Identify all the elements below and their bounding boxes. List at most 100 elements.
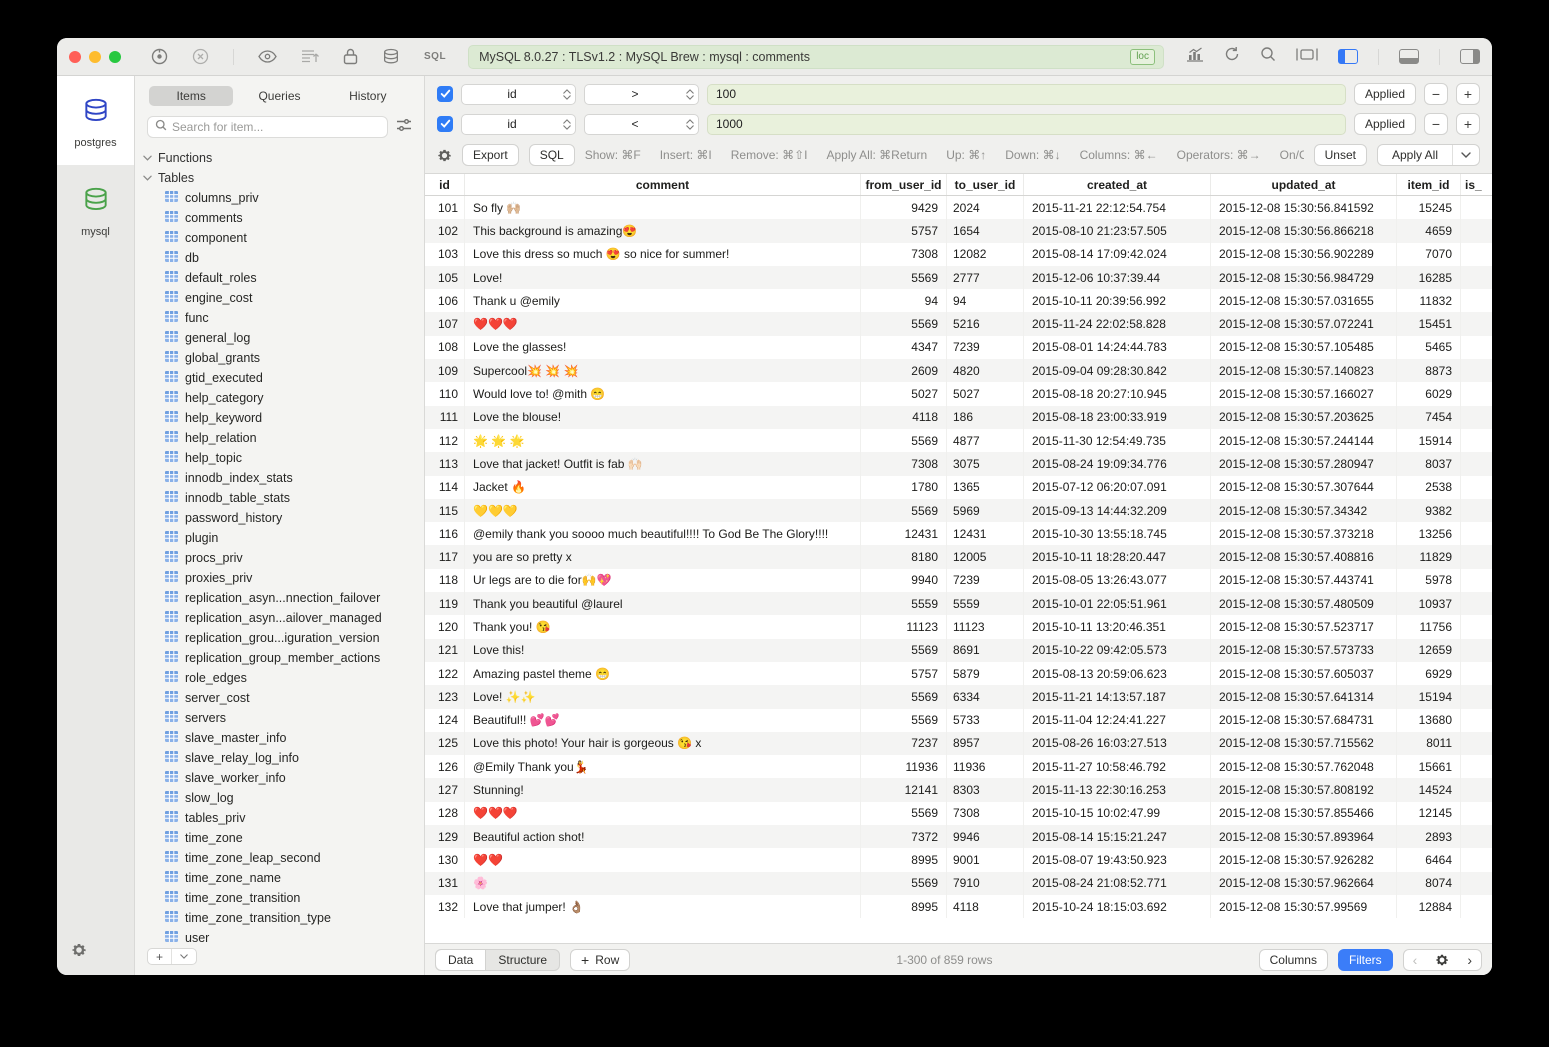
table-row[interactable]: 131🌸556979102015-08-24 21:08:52.7712015-… (425, 872, 1492, 895)
column-header-comment[interactable]: comment (465, 174, 861, 195)
table-row[interactable]: 127Stunning!1214183032015-11-13 22:30:16… (425, 778, 1492, 801)
search-icon[interactable] (1260, 46, 1276, 67)
search-input[interactable] (172, 120, 380, 134)
connection-mysql[interactable]: mysql (57, 165, 134, 254)
table-item-help_category[interactable]: help_category (143, 388, 424, 408)
table-row[interactable]: 114Jacket 🔥178013652015-07-12 06:20:07.0… (425, 476, 1492, 499)
toggle-bottom-panel-icon[interactable] (1399, 49, 1419, 64)
previous-page-icon[interactable]: ‹ (1404, 950, 1427, 970)
filter-value-input[interactable] (707, 84, 1346, 105)
table-item-general_log[interactable]: general_log (143, 328, 424, 348)
column-header-to_user_id[interactable]: to_user_id (947, 174, 1024, 195)
table-item-slave_master_info[interactable]: slave_master_info (143, 728, 424, 748)
toggle-left-sidebar-icon[interactable] (1338, 49, 1358, 64)
tree-section-functions[interactable]: Functions (143, 148, 424, 168)
column-header-is_[interactable]: is_ (1461, 174, 1492, 195)
table-item-innodb_index_stats[interactable]: innodb_index_stats (143, 468, 424, 488)
table-item-time_zone_name[interactable]: time_zone_name (143, 868, 424, 888)
filter-settings-gear-icon[interactable] (437, 148, 452, 163)
table-row[interactable]: 132Love that jumper! 👌🏽899541182015-10-2… (425, 895, 1492, 918)
table-row[interactable]: 130❤️❤️899590012015-08-07 19:43:50.92320… (425, 848, 1492, 871)
table-item-servers[interactable]: servers (143, 708, 424, 728)
column-header-item_id[interactable]: item_id (1397, 174, 1461, 195)
table-item-user[interactable]: user (143, 928, 424, 942)
table-item-replication_asyn...nnection_failover[interactable]: replication_asyn...nnection_failover (143, 588, 424, 608)
table-item-columns_priv[interactable]: columns_priv (143, 188, 424, 208)
remove-filter-button[interactable]: − (1424, 83, 1448, 105)
apply-all-menu-chevron-icon[interactable] (1452, 145, 1479, 165)
sql-editor-button[interactable]: SQL (424, 51, 446, 62)
table-row[interactable]: 119Thank you beautiful @laurel5559555920… (425, 592, 1492, 615)
table-row[interactable]: 118Ur legs are to die for🙌💖994072392015-… (425, 569, 1492, 592)
tree-section-tables[interactable]: Tables (143, 168, 424, 188)
table-row[interactable]: 126@Emily Thank you💃11936119362015-11-27… (425, 755, 1492, 778)
filter-enabled-checkbox[interactable] (437, 116, 453, 132)
apply-all-button[interactable]: Apply All (1377, 144, 1480, 166)
table-item-proxies_priv[interactable]: proxies_priv (143, 568, 424, 588)
table-row[interactable]: 117you are so pretty x8180120052015-10-1… (425, 545, 1492, 568)
connection-settings-gear-icon[interactable] (57, 942, 134, 975)
table-item-time_zone_leap_second[interactable]: time_zone_leap_second (143, 848, 424, 868)
table-row[interactable]: 128❤️❤️❤️556973082015-10-15 10:02:47.992… (425, 802, 1492, 825)
table-row[interactable]: 124Beautiful!! 💕💕556957332015-11-04 12:2… (425, 709, 1492, 732)
table-row[interactable]: 113Love that jacket! Outfit is fab 🙌🏻730… (425, 452, 1492, 475)
table-item-replication_grou...iguration_version[interactable]: replication_grou...iguration_version (143, 628, 424, 648)
filter-applied-button[interactable]: Applied (1354, 113, 1416, 135)
filter-operator-select[interactable]: < (584, 114, 699, 135)
table-item-server_cost[interactable]: server_cost (143, 688, 424, 708)
tab-items[interactable]: Items (149, 86, 233, 106)
table-item-component[interactable]: component (143, 228, 424, 248)
table-item-tables_priv[interactable]: tables_priv (143, 808, 424, 828)
lock-icon[interactable] (343, 48, 358, 65)
table-row[interactable]: 102This background is amazing😍5757165420… (425, 219, 1492, 242)
data-tab[interactable]: Data (436, 950, 486, 970)
table-item-procs_priv[interactable]: procs_priv (143, 548, 424, 568)
filter-options-icon[interactable] (396, 118, 412, 137)
filter-enabled-checkbox[interactable] (437, 86, 453, 102)
add-filter-button[interactable]: + (1456, 113, 1480, 135)
unset-button[interactable]: Unset (1314, 144, 1367, 166)
table-item-help_keyword[interactable]: help_keyword (143, 408, 424, 428)
table-item-engine_cost[interactable]: engine_cost (143, 288, 424, 308)
table-item-default_roles[interactable]: default_roles (143, 268, 424, 288)
table-item-slave_relay_log_info[interactable]: slave_relay_log_info (143, 748, 424, 768)
column-header-created_at[interactable]: created_at (1024, 174, 1211, 195)
table-row[interactable]: 103Love this dress so much 😍 so nice for… (425, 243, 1492, 266)
table-row[interactable]: 120Thank you! 😘11123111232015-10-11 13:2… (425, 615, 1492, 638)
table-item-slow_log[interactable]: slow_log (143, 788, 424, 808)
disconnect-icon[interactable] (192, 48, 209, 65)
table-item-func[interactable]: func (143, 308, 424, 328)
table-row[interactable]: 101So fly 🙌🏼942920242015-11-21 22:12:54.… (425, 196, 1492, 219)
close-window-button[interactable] (69, 51, 81, 63)
table-row[interactable]: 129Beautiful action shot!737299462015-08… (425, 825, 1492, 848)
table-row[interactable]: 115💛💛💛556959692015-09-13 14:44:32.209201… (425, 499, 1492, 522)
sql-button[interactable]: SQL (529, 144, 575, 166)
focus-mode-icon[interactable] (1296, 47, 1318, 67)
table-row[interactable]: 107❤️❤️❤️556952162015-11-24 22:02:58.828… (425, 312, 1492, 335)
export-button[interactable]: Export (462, 144, 519, 166)
table-row[interactable]: 111Love the blouse!41181862015-08-18 23:… (425, 406, 1492, 429)
filter-value-input[interactable] (707, 114, 1346, 135)
add-row-button[interactable]: + Row (570, 949, 630, 971)
chart-icon[interactable] (1186, 47, 1204, 67)
columns-button[interactable]: Columns (1259, 949, 1328, 971)
column-header-updated_at[interactable]: updated_at (1211, 174, 1397, 195)
connect-icon[interactable] (151, 48, 168, 65)
filter-operator-select[interactable]: > (584, 84, 699, 105)
connection-title-field[interactable]: MySQL 8.0.27 : TLSv1.2 : MySQL Brew : my… (468, 45, 1164, 69)
table-item-slave_worker_info[interactable]: slave_worker_info (143, 768, 424, 788)
next-page-icon[interactable]: › (1458, 950, 1481, 970)
table-row[interactable]: 125Love this photo! Your hair is gorgeou… (425, 732, 1492, 755)
table-item-help_topic[interactable]: help_topic (143, 448, 424, 468)
table-item-innodb_table_stats[interactable]: innodb_table_stats (143, 488, 424, 508)
tab-history[interactable]: History (326, 86, 410, 106)
page-settings-gear-icon[interactable] (1426, 950, 1458, 970)
table-row[interactable]: 112🌟 🌟 🌟556948772015-11-30 12:54:49.7352… (425, 429, 1492, 452)
table-item-plugin[interactable]: plugin (143, 528, 424, 548)
table-item-role_edges[interactable]: role_edges (143, 668, 424, 688)
commit-list-icon[interactable] (301, 49, 319, 64)
filter-column-select[interactable]: id (461, 84, 576, 105)
minimize-window-button[interactable] (89, 51, 101, 63)
table-item-gtid_executed[interactable]: gtid_executed (143, 368, 424, 388)
table-item-time_zone[interactable]: time_zone (143, 828, 424, 848)
